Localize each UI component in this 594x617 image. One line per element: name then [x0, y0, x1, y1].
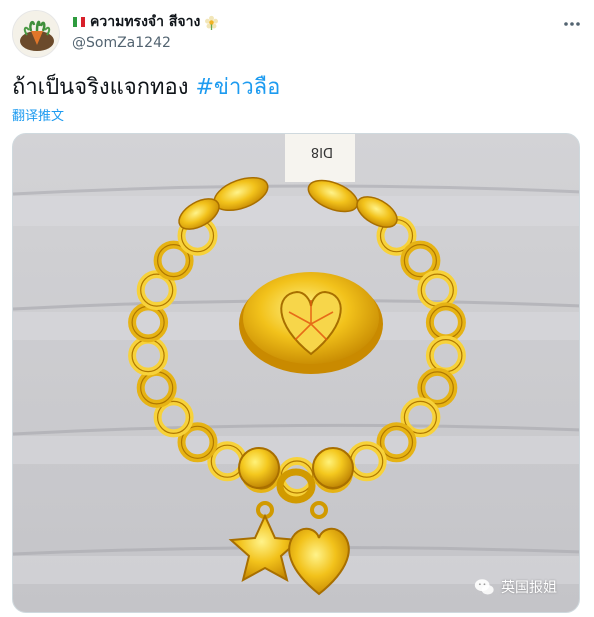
tweet-header: ความทรงจำ สีจาง @SomZa1242	[72, 12, 554, 51]
user-handle[interactable]: @SomZa1242	[72, 35, 554, 51]
gold-ring	[239, 272, 383, 374]
name-row: ความทรงจำ สีจาง	[72, 12, 554, 32]
flower-icon	[205, 15, 219, 30]
price-tag: DI8	[285, 134, 355, 182]
tweet-card: ความทรงจำ สีจาง @SomZa1242 ถ้าเป็นจริงแจ…	[0, 0, 594, 617]
gold-jewelry-photo: DI8	[13, 134, 579, 612]
tweet-text: ถ้าเป็นจริงแจกทอง #ข่าวลือ	[12, 74, 280, 102]
watermark: 英国报姐	[473, 576, 557, 598]
avatar[interactable]	[12, 10, 60, 58]
wechat-icon	[474, 579, 494, 595]
tweet-body: ถ้าเป็นจริงแจกทอง	[12, 75, 189, 100]
watermark-text: 英国报姐	[501, 580, 557, 596]
avatar-image	[13, 11, 59, 57]
tag-text: DI8	[311, 144, 333, 159]
flag-icon	[73, 17, 85, 27]
hashtag-link[interactable]: #ข่าวลือ	[196, 75, 281, 100]
translate-tweet-link[interactable]: 翻译推文	[12, 105, 64, 124]
display-name[interactable]: ความทรงจำ สีจาง	[90, 11, 200, 33]
tweet-media[interactable]: DI8 英国报姐	[12, 133, 580, 613]
more-horizontal-icon[interactable]	[562, 14, 582, 34]
